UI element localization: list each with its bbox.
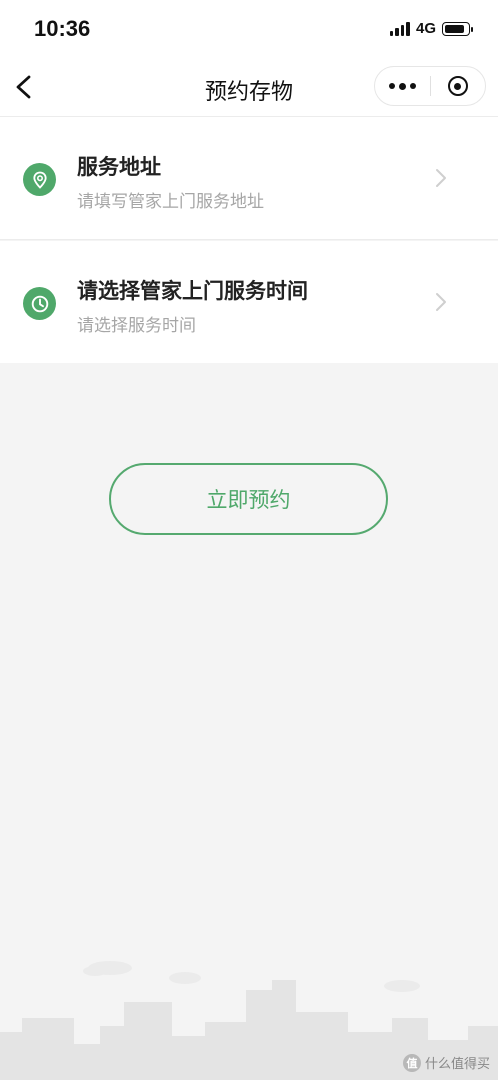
- row-subtitle: 请选择服务时间: [77, 316, 196, 336]
- more-dots-icon: [388, 82, 416, 90]
- watermark: 值 什么值得买: [402, 1053, 490, 1072]
- back-button[interactable]: [10, 72, 40, 102]
- row-title: 服务地址: [77, 155, 161, 179]
- watermark-text: 什么值得买: [424, 1057, 490, 1072]
- miniprogram-capsule: [374, 66, 486, 106]
- nav-bar: 预约存物: [0, 60, 498, 117]
- service-time-row[interactable]: 请选择管家上门服务时间 请选择服务时间: [0, 241, 498, 363]
- signal-icon: [389, 21, 410, 36]
- row-title: 请选择管家上门服务时间: [77, 279, 308, 303]
- chevron-left-icon: [16, 75, 31, 99]
- service-address-row[interactable]: 服务地址 请填写管家上门服务地址: [0, 117, 498, 240]
- more-button[interactable]: [375, 67, 430, 105]
- status-time: 10:36: [34, 16, 91, 41]
- row-subtitle: 请填写管家上门服务地址: [77, 192, 264, 212]
- location-pin-icon: [23, 163, 56, 196]
- status-indicators: 4G: [389, 20, 473, 37]
- close-miniprogram-button[interactable]: [431, 67, 486, 105]
- battery-fill: [445, 24, 464, 33]
- status-bar: 10:36 4G: [0, 0, 498, 60]
- chevron-right-icon: [436, 169, 446, 187]
- battery-icon: [442, 21, 473, 36]
- chevron-right-icon: [436, 293, 446, 311]
- target-icon: [447, 76, 468, 96]
- clock-icon: [23, 287, 56, 320]
- reserve-now-button[interactable]: 立即预约: [109, 463, 388, 535]
- network-type: 4G: [415, 20, 436, 37]
- watermark-logo-icon: 值: [402, 1053, 421, 1072]
